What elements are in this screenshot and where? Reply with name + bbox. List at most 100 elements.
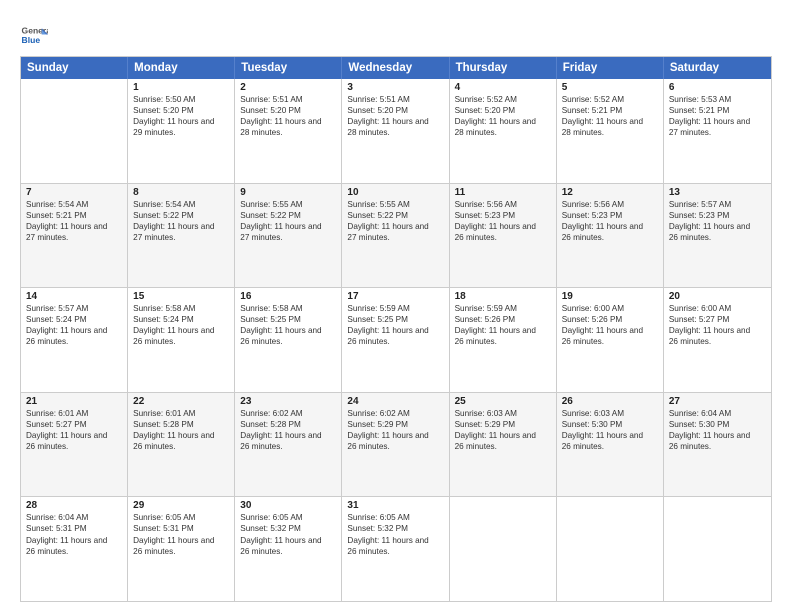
calendar-cell-3-3: 24Sunrise: 6:02 AMSunset: 5:29 PMDayligh… [342, 393, 449, 497]
day-number: 14 [26, 291, 122, 302]
daylight-line-2: 26 minutes. [455, 232, 551, 243]
header-day-sunday: Sunday [21, 57, 128, 79]
sunrise-line: Sunrise: 5:59 AM [455, 303, 551, 314]
calendar-cell-2-1: 15Sunrise: 5:58 AMSunset: 5:24 PMDayligh… [128, 288, 235, 392]
sunset-line: Sunset: 5:24 PM [133, 314, 229, 325]
daylight-line: Daylight: 11 hours and [347, 116, 443, 127]
sunrise-line: Sunrise: 5:59 AM [347, 303, 443, 314]
sunrise-line: Sunrise: 5:54 AM [26, 199, 122, 210]
day-number: 4 [455, 82, 551, 93]
page: General Blue SundayMondayTuesdayWednesda… [0, 0, 792, 612]
day-number: 20 [669, 291, 766, 302]
daylight-line: Daylight: 11 hours and [133, 325, 229, 336]
daylight-line-2: 26 minutes. [240, 546, 336, 557]
sunset-line: Sunset: 5:21 PM [26, 210, 122, 221]
sunrise-line: Sunrise: 6:01 AM [26, 408, 122, 419]
calendar-body: 1Sunrise: 5:50 AMSunset: 5:20 PMDaylight… [21, 79, 771, 601]
sunset-line: Sunset: 5:28 PM [240, 419, 336, 430]
calendar-cell-3-6: 27Sunrise: 6:04 AMSunset: 5:30 PMDayligh… [664, 393, 771, 497]
sunset-line: Sunset: 5:27 PM [26, 419, 122, 430]
day-number: 3 [347, 82, 443, 93]
day-number: 12 [562, 187, 658, 198]
daylight-line-2: 26 minutes. [26, 441, 122, 452]
daylight-line: Daylight: 11 hours and [562, 430, 658, 441]
daylight-line: Daylight: 11 hours and [347, 430, 443, 441]
daylight-line: Daylight: 11 hours and [133, 221, 229, 232]
logo: General Blue [20, 22, 52, 50]
sunset-line: Sunset: 5:32 PM [240, 523, 336, 534]
sunset-line: Sunset: 5:26 PM [455, 314, 551, 325]
calendar-cell-2-5: 19Sunrise: 6:00 AMSunset: 5:26 PMDayligh… [557, 288, 664, 392]
calendar-cell-3-0: 21Sunrise: 6:01 AMSunset: 5:27 PMDayligh… [21, 393, 128, 497]
sunset-line: Sunset: 5:21 PM [562, 105, 658, 116]
calendar-cell-2-6: 20Sunrise: 6:00 AMSunset: 5:27 PMDayligh… [664, 288, 771, 392]
calendar-cell-2-3: 17Sunrise: 5:59 AMSunset: 5:25 PMDayligh… [342, 288, 449, 392]
calendar-cell-3-2: 23Sunrise: 6:02 AMSunset: 5:28 PMDayligh… [235, 393, 342, 497]
sunrise-line: Sunrise: 5:55 AM [347, 199, 443, 210]
sunset-line: Sunset: 5:31 PM [133, 523, 229, 534]
sunset-line: Sunset: 5:20 PM [455, 105, 551, 116]
day-number: 18 [455, 291, 551, 302]
daylight-line: Daylight: 11 hours and [133, 116, 229, 127]
day-number: 5 [562, 82, 658, 93]
sunset-line: Sunset: 5:25 PM [347, 314, 443, 325]
daylight-line-2: 27 minutes. [240, 232, 336, 243]
daylight-line-2: 26 minutes. [240, 441, 336, 452]
calendar-cell-0-5: 5Sunrise: 5:52 AMSunset: 5:21 PMDaylight… [557, 79, 664, 183]
calendar-row-2: 14Sunrise: 5:57 AMSunset: 5:24 PMDayligh… [21, 288, 771, 393]
daylight-line-2: 26 minutes. [347, 336, 443, 347]
sunset-line: Sunset: 5:22 PM [133, 210, 229, 221]
sunset-line: Sunset: 5:22 PM [347, 210, 443, 221]
calendar-cell-4-1: 29Sunrise: 6:05 AMSunset: 5:31 PMDayligh… [128, 497, 235, 601]
daylight-line: Daylight: 11 hours and [26, 430, 122, 441]
daylight-line: Daylight: 11 hours and [240, 430, 336, 441]
daylight-line: Daylight: 11 hours and [455, 221, 551, 232]
sunrise-line: Sunrise: 6:00 AM [669, 303, 766, 314]
sunrise-line: Sunrise: 5:52 AM [455, 94, 551, 105]
day-number: 6 [669, 82, 766, 93]
calendar-row-4: 28Sunrise: 6:04 AMSunset: 5:31 PMDayligh… [21, 497, 771, 601]
sunset-line: Sunset: 5:23 PM [562, 210, 658, 221]
daylight-line-2: 26 minutes. [455, 441, 551, 452]
sunset-line: Sunset: 5:28 PM [133, 419, 229, 430]
daylight-line-2: 26 minutes. [133, 546, 229, 557]
daylight-line: Daylight: 11 hours and [562, 325, 658, 336]
sunrise-line: Sunrise: 5:56 AM [455, 199, 551, 210]
calendar-cell-2-2: 16Sunrise: 5:58 AMSunset: 5:25 PMDayligh… [235, 288, 342, 392]
calendar-cell-4-2: 30Sunrise: 6:05 AMSunset: 5:32 PMDayligh… [235, 497, 342, 601]
daylight-line: Daylight: 11 hours and [347, 535, 443, 546]
sunrise-line: Sunrise: 5:52 AM [562, 94, 658, 105]
daylight-line-2: 27 minutes. [347, 232, 443, 243]
calendar-cell-0-2: 2Sunrise: 5:51 AMSunset: 5:20 PMDaylight… [235, 79, 342, 183]
day-number: 27 [669, 396, 766, 407]
sunrise-line: Sunrise: 6:00 AM [562, 303, 658, 314]
daylight-line: Daylight: 11 hours and [669, 325, 766, 336]
calendar: SundayMondayTuesdayWednesdayThursdayFrid… [20, 56, 772, 602]
day-number: 28 [26, 500, 122, 511]
day-number: 11 [455, 187, 551, 198]
daylight-line-2: 26 minutes. [562, 232, 658, 243]
calendar-cell-0-4: 4Sunrise: 5:52 AMSunset: 5:20 PMDaylight… [450, 79, 557, 183]
sunset-line: Sunset: 5:21 PM [669, 105, 766, 116]
daylight-line: Daylight: 11 hours and [562, 116, 658, 127]
day-number: 9 [240, 187, 336, 198]
day-number: 16 [240, 291, 336, 302]
svg-text:Blue: Blue [22, 35, 41, 45]
daylight-line-2: 26 minutes. [669, 336, 766, 347]
daylight-line: Daylight: 11 hours and [347, 325, 443, 336]
calendar-cell-0-1: 1Sunrise: 5:50 AMSunset: 5:20 PMDaylight… [128, 79, 235, 183]
sunrise-line: Sunrise: 5:51 AM [240, 94, 336, 105]
sunset-line: Sunset: 5:24 PM [26, 314, 122, 325]
sunrise-line: Sunrise: 6:03 AM [562, 408, 658, 419]
calendar-row-0: 1Sunrise: 5:50 AMSunset: 5:20 PMDaylight… [21, 79, 771, 184]
daylight-line: Daylight: 11 hours and [562, 221, 658, 232]
sunrise-line: Sunrise: 6:01 AM [133, 408, 229, 419]
calendar-cell-0-0 [21, 79, 128, 183]
calendar-cell-3-1: 22Sunrise: 6:01 AMSunset: 5:28 PMDayligh… [128, 393, 235, 497]
daylight-line-2: 28 minutes. [240, 127, 336, 138]
sunset-line: Sunset: 5:20 PM [240, 105, 336, 116]
daylight-line-2: 27 minutes. [26, 232, 122, 243]
calendar-cell-1-3: 10Sunrise: 5:55 AMSunset: 5:22 PMDayligh… [342, 184, 449, 288]
daylight-line: Daylight: 11 hours and [347, 221, 443, 232]
daylight-line: Daylight: 11 hours and [240, 535, 336, 546]
